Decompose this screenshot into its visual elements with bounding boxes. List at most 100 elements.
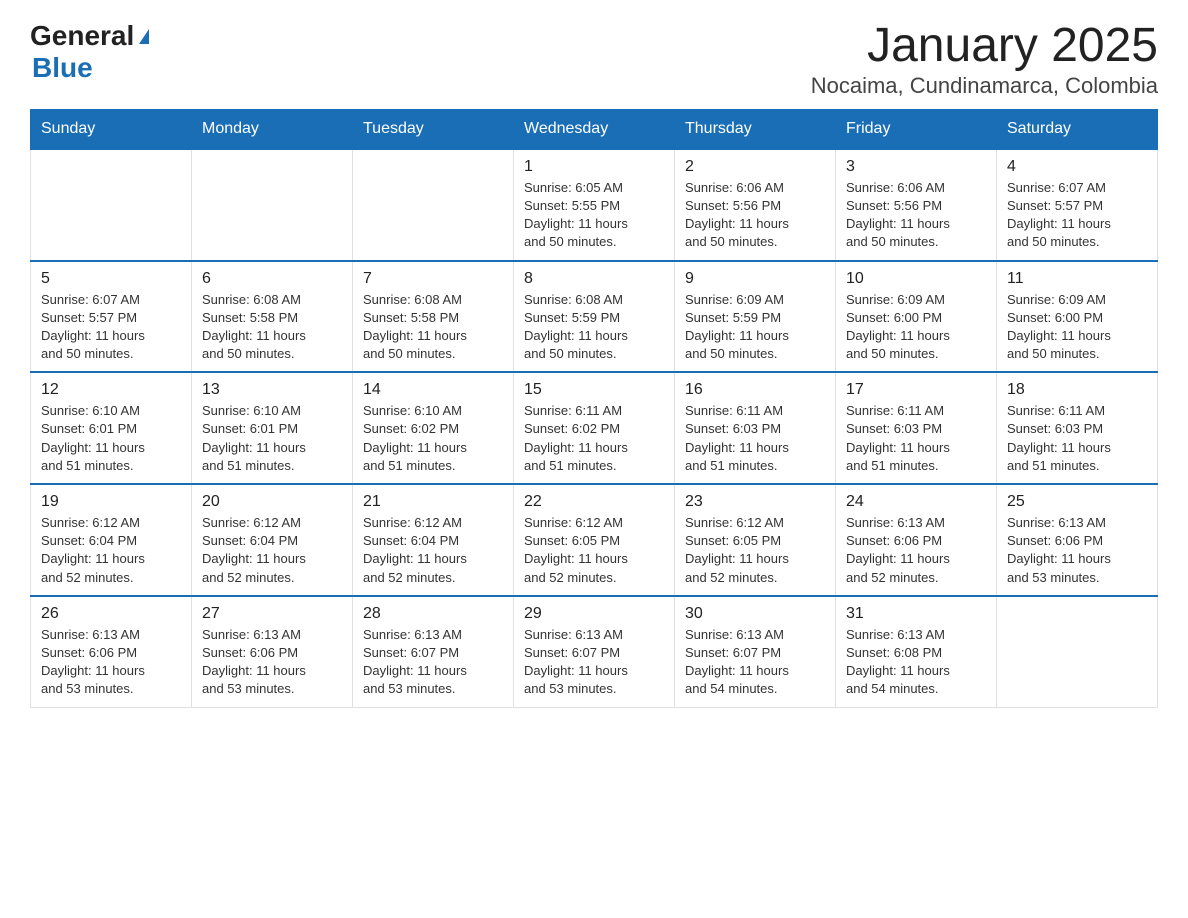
day-number: 3 [846,158,986,176]
day-number: 19 [41,493,181,511]
day-info: Sunrise: 6:12 AM Sunset: 6:04 PM Dayligh… [363,514,503,587]
calendar-cell: 28Sunrise: 6:13 AM Sunset: 6:07 PM Dayli… [353,596,514,707]
day-number: 10 [846,270,986,288]
day-info: Sunrise: 6:11 AM Sunset: 6:03 PM Dayligh… [846,402,986,475]
day-number: 4 [1007,158,1147,176]
day-number: 13 [202,381,342,399]
calendar-cell: 11Sunrise: 6:09 AM Sunset: 6:00 PM Dayli… [997,261,1158,373]
calendar-cell: 19 Sunrise: 6:12 AM Sunset: 6:04 PM Dayli… [31,484,192,596]
page-subtitle: Nocaima, Cundinamarca, Colombia [811,73,1158,99]
week-row-4: 19 Sunrise: 6:12 AM Sunset: 6:04 PM Dayli… [31,484,1158,596]
page-header: General Blue January 2025 Nocaima, Cundi… [30,20,1158,99]
day-info: Sunrise: 6:13 AM Sunset: 6:06 PM Dayligh… [1007,514,1147,587]
logo: General Blue [30,20,149,84]
calendar-cell [192,149,353,261]
day-info: Sunrise: 6:10 AM Sunset: 6:02 PM Dayligh… [363,402,503,475]
calendar-cell: 30 Sunrise: 6:13 AM Sunset: 6:07 PM Dayli… [675,596,836,707]
calendar-cell: 8 Sunrise: 6:08 AM Sunset: 5:59 PM Daylig… [514,261,675,373]
calendar-cell: 5 Sunrise: 6:07 AM Sunset: 5:57 PM Daylig… [31,261,192,373]
calendar-table: SundayMondayTuesdayWednesdayThursdayFrid… [30,109,1158,708]
calendar-cell: 4Sunrise: 6:07 AM Sunset: 5:57 PM Daylig… [997,149,1158,261]
day-number: 22 [524,493,664,511]
calendar-cell [31,149,192,261]
day-info: Sunrise: 6:09 AM Sunset: 5:59 PM Dayligh… [685,291,825,364]
calendar-cell: 14 Sunrise: 6:10 AM Sunset: 6:02 PM Dayli… [353,372,514,484]
calendar-cell: 31 Sunrise: 6:13 AM Sunset: 6:08 PM Dayli… [836,596,997,707]
day-info: Sunrise: 6:13 AM Sunset: 6:06 PM Dayligh… [202,626,342,699]
day-info: Sunrise: 6:12 AM Sunset: 6:04 PM Dayligh… [202,514,342,587]
calendar-cell: 29Sunrise: 6:13 AM Sunset: 6:07 PM Dayli… [514,596,675,707]
day-number: 18 [1007,381,1147,399]
day-info: Sunrise: 6:05 AM Sunset: 5:55 PM Dayligh… [524,179,664,252]
calendar-body: 1 Sunrise: 6:05 AM Sunset: 5:55 PM Daylig… [31,149,1158,707]
day-number: 5 [41,270,181,288]
day-info: Sunrise: 6:09 AM Sunset: 6:00 PM Dayligh… [1007,291,1147,364]
day-info: Sunrise: 6:13 AM Sunset: 6:07 PM Dayligh… [363,626,503,699]
day-info: Sunrise: 6:13 AM Sunset: 6:06 PM Dayligh… [41,626,181,699]
day-header-tuesday: Tuesday [353,109,514,149]
day-number: 8 [524,270,664,288]
calendar-cell: 18 Sunrise: 6:11 AM Sunset: 6:03 PM Dayli… [997,372,1158,484]
calendar-cell: 2Sunrise: 6:06 AM Sunset: 5:56 PM Daylig… [675,149,836,261]
day-info: Sunrise: 6:11 AM Sunset: 6:03 PM Dayligh… [1007,402,1147,475]
calendar-cell: 25Sunrise: 6:13 AM Sunset: 6:06 PM Dayli… [997,484,1158,596]
day-number: 21 [363,493,503,511]
day-info: Sunrise: 6:10 AM Sunset: 6:01 PM Dayligh… [202,402,342,475]
day-info: Sunrise: 6:07 AM Sunset: 5:57 PM Dayligh… [41,291,181,364]
calendar-cell: 23 Sunrise: 6:12 AM Sunset: 6:05 PM Dayli… [675,484,836,596]
week-row-3: 12 Sunrise: 6:10 AM Sunset: 6:01 PM Dayli… [31,372,1158,484]
day-info: Sunrise: 6:06 AM Sunset: 5:56 PM Dayligh… [846,179,986,252]
calendar-cell: 22 Sunrise: 6:12 AM Sunset: 6:05 PM Dayli… [514,484,675,596]
day-info: Sunrise: 6:13 AM Sunset: 6:08 PM Dayligh… [846,626,986,699]
calendar-cell: 3 Sunrise: 6:06 AM Sunset: 5:56 PM Daylig… [836,149,997,261]
day-number: 6 [202,270,342,288]
week-row-5: 26 Sunrise: 6:13 AM Sunset: 6:06 PM Dayli… [31,596,1158,707]
calendar-cell: 9Sunrise: 6:09 AM Sunset: 5:59 PM Daylig… [675,261,836,373]
day-number: 24 [846,493,986,511]
day-info: Sunrise: 6:08 AM Sunset: 5:59 PM Dayligh… [524,291,664,364]
calendar-cell: 16 Sunrise: 6:11 AM Sunset: 6:03 PM Dayli… [675,372,836,484]
calendar-cell [353,149,514,261]
day-info: Sunrise: 6:12 AM Sunset: 6:05 PM Dayligh… [524,514,664,587]
logo-triangle-icon [139,29,149,44]
day-number: 14 [363,381,503,399]
calendar-cell [997,596,1158,707]
day-info: Sunrise: 6:08 AM Sunset: 5:58 PM Dayligh… [202,291,342,364]
day-info: Sunrise: 6:11 AM Sunset: 6:02 PM Dayligh… [524,402,664,475]
day-number: 30 [685,605,825,623]
calendar-cell: 17 Sunrise: 6:11 AM Sunset: 6:03 PM Dayli… [836,372,997,484]
day-info: Sunrise: 6:11 AM Sunset: 6:03 PM Dayligh… [685,402,825,475]
day-header-wednesday: Wednesday [514,109,675,149]
calendar-cell: 10 Sunrise: 6:09 AM Sunset: 6:00 PM Dayli… [836,261,997,373]
calendar-cell: 6 Sunrise: 6:08 AM Sunset: 5:58 PM Daylig… [192,261,353,373]
logo-blue-line: Blue [32,52,149,84]
day-header-friday: Friday [836,109,997,149]
logo-general-text: General [30,20,134,52]
calendar-cell: 26 Sunrise: 6:13 AM Sunset: 6:06 PM Dayli… [31,596,192,707]
calendar-cell: 20Sunrise: 6:12 AM Sunset: 6:04 PM Dayli… [192,484,353,596]
day-number: 1 [524,158,664,176]
calendar-cell: 7 Sunrise: 6:08 AM Sunset: 5:58 PM Daylig… [353,261,514,373]
day-number: 26 [41,605,181,623]
title-block: January 2025 Nocaima, Cundinamarca, Colo… [811,20,1158,99]
header-row: SundayMondayTuesdayWednesdayThursdayFrid… [31,109,1158,149]
day-info: Sunrise: 6:13 AM Sunset: 6:06 PM Dayligh… [846,514,986,587]
day-info: Sunrise: 6:09 AM Sunset: 6:00 PM Dayligh… [846,291,986,364]
calendar-cell: 24 Sunrise: 6:13 AM Sunset: 6:06 PM Dayli… [836,484,997,596]
day-number: 15 [524,381,664,399]
day-number: 16 [685,381,825,399]
day-info: Sunrise: 6:08 AM Sunset: 5:58 PM Dayligh… [363,291,503,364]
week-row-1: 1 Sunrise: 6:05 AM Sunset: 5:55 PM Daylig… [31,149,1158,261]
calendar-cell: 21 Sunrise: 6:12 AM Sunset: 6:04 PM Dayli… [353,484,514,596]
day-info: Sunrise: 6:13 AM Sunset: 6:07 PM Dayligh… [685,626,825,699]
day-number: 7 [363,270,503,288]
day-info: Sunrise: 6:12 AM Sunset: 6:04 PM Dayligh… [41,514,181,587]
day-number: 12 [41,381,181,399]
day-number: 23 [685,493,825,511]
day-number: 31 [846,605,986,623]
day-info: Sunrise: 6:12 AM Sunset: 6:05 PM Dayligh… [685,514,825,587]
day-header-thursday: Thursday [675,109,836,149]
day-number: 17 [846,381,986,399]
logo-blue-text: Blue [32,52,93,84]
calendar-header: SundayMondayTuesdayWednesdayThursdayFrid… [31,109,1158,149]
